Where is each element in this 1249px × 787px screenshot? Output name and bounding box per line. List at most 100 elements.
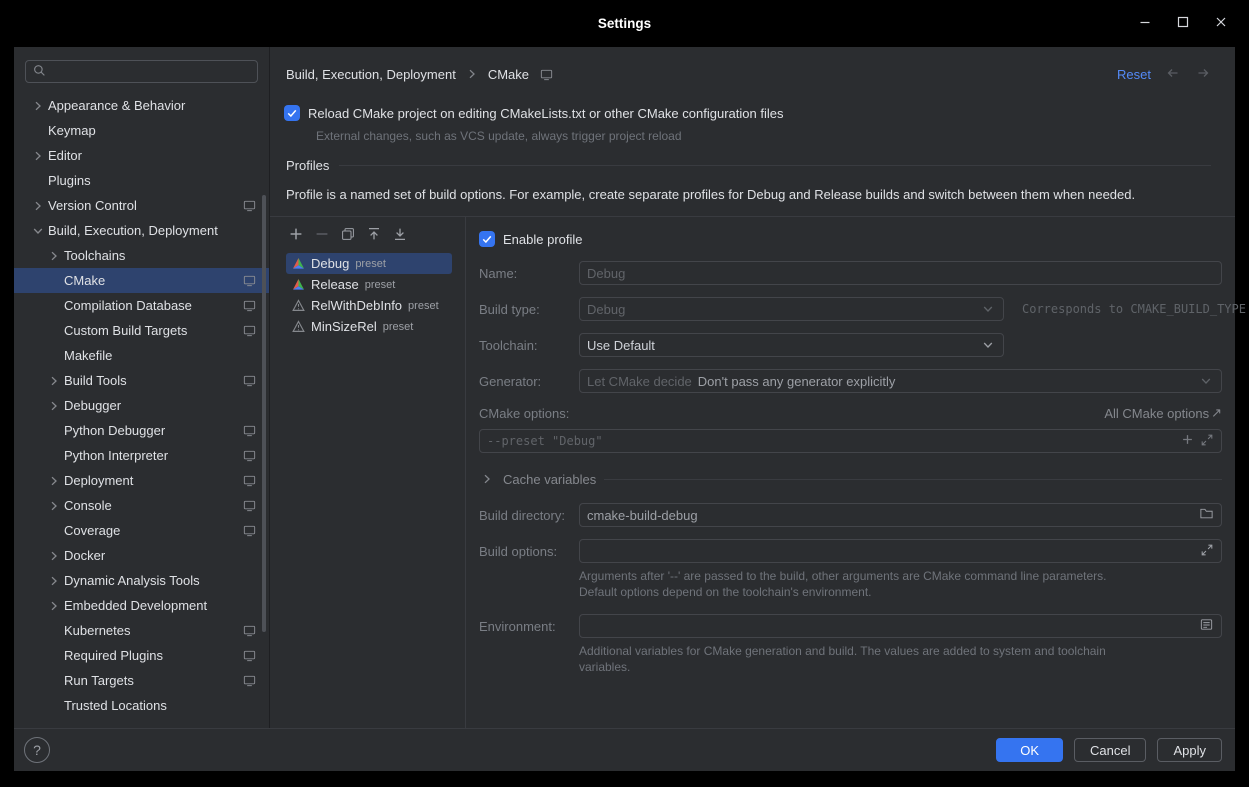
tree-indent-spacer [46, 323, 64, 339]
add-option-button[interactable] [1181, 433, 1194, 449]
chevron-right-icon[interactable] [46, 473, 64, 489]
generator-combo[interactable]: Let CMake decide Don't pass any generato… [579, 369, 1222, 393]
sidebar-item-keymap[interactable]: Keymap [14, 118, 269, 143]
build-directory-field[interactable]: cmake-build-debug [579, 503, 1222, 527]
add-profile-button[interactable] [286, 225, 306, 245]
move-up-profile-button[interactable] [364, 225, 384, 245]
sidebar-item-coverage[interactable]: Coverage [14, 518, 269, 543]
forward-icon [1195, 65, 1211, 84]
maximize-button[interactable] [1171, 12, 1195, 36]
sidebar-item-required-plugins[interactable]: Required Plugins [14, 643, 269, 668]
copy-icon [340, 226, 356, 245]
generator-label: Generator: [479, 374, 579, 389]
cache-variables-label: Cache variables [503, 472, 596, 487]
environment-hint: Additional variables for CMake generatio… [579, 644, 1222, 675]
tree-indent-spacer [46, 423, 64, 439]
sidebar-item-run-targets[interactable]: Run Targets [14, 668, 269, 693]
sidebar-item-version-control[interactable]: Version Control [14, 193, 269, 218]
sidebar-item-label: Docker [64, 548, 105, 563]
toolchain-combo[interactable]: Use Default [579, 333, 1004, 357]
breadcrumb-separator-icon [464, 66, 480, 82]
minimize-button[interactable] [1133, 12, 1157, 36]
sidebar-scrollbar[interactable] [262, 195, 266, 632]
profile-item-debug[interactable]: Debugpreset [286, 253, 452, 274]
apply-button[interactable]: Apply [1157, 738, 1222, 762]
sidebar-item-debugger[interactable]: Debugger [14, 393, 269, 418]
search-input[interactable] [52, 64, 251, 79]
profile-item-relwithdebinfo[interactable]: RelWithDebInfopreset [286, 295, 452, 316]
reload-checkbox[interactable] [284, 105, 300, 121]
chevron-right-icon[interactable] [46, 498, 64, 514]
sidebar-item-toolchains[interactable]: Toolchains [14, 243, 269, 268]
profile-item-release[interactable]: Releasepreset [286, 274, 452, 295]
cache-variables-toggle[interactable]: Cache variables [479, 471, 1222, 487]
name-field[interactable]: Debug [579, 261, 1222, 285]
reset-button[interactable]: Reset [1117, 67, 1151, 82]
sidebar-item-makefile[interactable]: Makefile [14, 343, 269, 368]
sidebar-item-console[interactable]: Console [14, 493, 269, 518]
settings-search-box[interactable] [25, 60, 258, 83]
sidebar-item-custom-build-targets[interactable]: Custom Build Targets [14, 318, 269, 343]
move-down-profile-button[interactable] [390, 225, 410, 245]
enable-profile-row[interactable]: Enable profile [479, 231, 1222, 247]
chevron-right-icon[interactable] [30, 198, 48, 214]
expand-editor-button[interactable] [1200, 543, 1214, 560]
forward-button[interactable] [1195, 65, 1211, 84]
build-type-combo[interactable]: Debug [579, 297, 1004, 321]
chevron-right-icon[interactable] [46, 573, 64, 589]
sidebar-item-embedded-development[interactable]: Embedded Development [14, 593, 269, 618]
settings-sidebar: Appearance & BehaviorKeymapEditor Plugins… [14, 47, 270, 728]
close-button[interactable] [1209, 12, 1233, 36]
sidebar-item-compilation-database[interactable]: Compilation Database [14, 293, 269, 318]
sidebar-item-cmake[interactable]: CMake [14, 268, 269, 293]
chevron-right-icon[interactable] [46, 548, 64, 564]
profile-item-minsizerel[interactable]: MinSizeRelpreset [286, 316, 452, 337]
expand-icon [1200, 433, 1214, 450]
sidebar-item-build-tools[interactable]: Build Tools [14, 368, 269, 393]
sidebar-item-label: Dynamic Analysis Tools [64, 573, 200, 588]
ok-button[interactable]: OK [996, 738, 1063, 762]
browse-folder-button[interactable] [1199, 506, 1214, 524]
environment-field[interactable] [579, 614, 1222, 638]
sidebar-item-kubernetes[interactable]: Kubernetes [14, 618, 269, 643]
sidebar-item-dynamic-analysis-tools[interactable]: Dynamic Analysis Tools [14, 568, 269, 593]
chevron-right-icon[interactable] [30, 148, 48, 164]
breadcrumb-cmake[interactable]: CMake [488, 67, 529, 82]
chevron-right-icon[interactable] [46, 598, 64, 614]
expand-editor-button[interactable] [1200, 433, 1214, 450]
sidebar-item-python-interpreter[interactable]: Python Interpreter [14, 443, 269, 468]
chevron-right-icon[interactable] [30, 98, 48, 114]
profiles-description: Profile is a named set of build options.… [286, 187, 1211, 203]
cmake-options-field[interactable]: --preset "Debug" [479, 429, 1222, 453]
sidebar-item-build-execution-deployment[interactable]: Build, Execution, Deployment [14, 218, 269, 243]
sidebar-item-plugins[interactable]: Plugins [14, 168, 269, 193]
chevron-down-icon[interactable] [30, 223, 48, 239]
reload-checkbox-row[interactable]: Reload CMake project on editing CMakeLis… [284, 105, 1211, 121]
help-button[interactable]: ? [24, 737, 50, 763]
chevron-right-icon[interactable] [46, 373, 64, 389]
chevron-right-icon[interactable] [46, 398, 64, 414]
all-cmake-options-link[interactable]: All CMake options ↗ [1104, 405, 1222, 421]
sidebar-item-appearance-behavior[interactable]: Appearance & Behavior [14, 93, 269, 118]
sidebar-item-trusted-locations[interactable]: Trusted Locations [14, 693, 269, 718]
remove-profile-button[interactable] [312, 225, 332, 245]
copy-profile-button[interactable] [338, 225, 358, 245]
environment-variables-button[interactable] [1199, 617, 1214, 635]
sidebar-item-label: Compilation Database [64, 298, 192, 313]
sidebar-item-deployment[interactable]: Deployment [14, 468, 269, 493]
sidebar-item-label: Plugins [48, 173, 91, 188]
tree-indent-spacer [30, 123, 48, 139]
project-settings-icon [242, 623, 257, 638]
back-button[interactable] [1165, 65, 1181, 84]
settings-content: Build, Execution, Deployment CMake Reset… [270, 47, 1235, 728]
build-options-field[interactable] [579, 539, 1222, 563]
maximize-icon [1176, 15, 1190, 32]
chevron-right-icon[interactable] [46, 248, 64, 264]
breadcrumb-build-execution-deployment[interactable]: Build, Execution, Deployment [286, 67, 456, 82]
cancel-button[interactable]: Cancel [1074, 738, 1146, 762]
sidebar-item-python-debugger[interactable]: Python Debugger [14, 418, 269, 443]
sidebar-item-docker[interactable]: Docker [14, 543, 269, 568]
title-bar: Settings [0, 0, 1249, 47]
enable-profile-checkbox[interactable] [479, 231, 495, 247]
sidebar-item-editor[interactable]: Editor [14, 143, 269, 168]
